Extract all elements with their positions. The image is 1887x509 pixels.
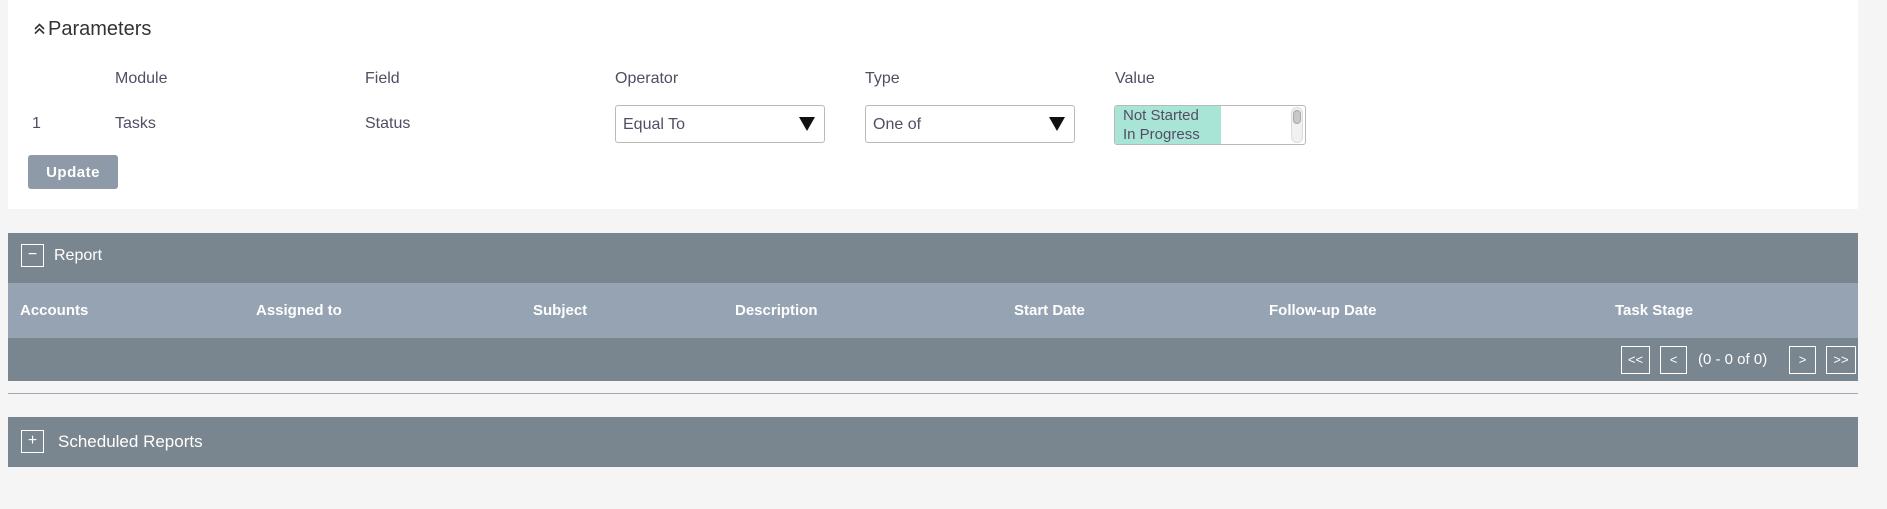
caret-down-icon	[1049, 117, 1065, 131]
first-page-button[interactable]: <<	[1621, 346, 1650, 374]
update-button[interactable]: Update	[28, 155, 118, 189]
section-divider	[8, 393, 1858, 394]
column-header-module: Module	[115, 70, 168, 87]
scrollbar-thumb[interactable]	[1293, 110, 1301, 124]
expand-scheduled-toggle[interactable]: +	[21, 430, 44, 453]
column-header-type: Type	[865, 70, 900, 87]
module-value: Tasks	[115, 115, 156, 132]
last-page-button[interactable]: >>	[1826, 346, 1856, 374]
field-value: Status	[365, 115, 411, 132]
value-option-not-started[interactable]: Not Started	[1115, 106, 1221, 125]
caret-down-icon	[799, 117, 815, 131]
pagination-bar: << < (0 - 0 of 0) > >>	[8, 338, 1858, 381]
column-accounts[interactable]: Accounts	[20, 302, 88, 319]
report-panel-header: − Report	[8, 233, 1858, 283]
value-option-in-progress[interactable]: In Progress	[1115, 125, 1221, 144]
column-header-field: Field	[365, 70, 400, 87]
prev-page-button[interactable]: <	[1660, 346, 1687, 374]
parameters-panel: Parameters Module Field Operator Type Va…	[8, 0, 1858, 209]
parameters-title: Parameters	[48, 18, 152, 40]
parameters-header[interactable]: Parameters	[34, 18, 151, 41]
column-header-value: Value	[1115, 70, 1155, 87]
column-follow-up-date[interactable]: Follow-up Date	[1269, 302, 1377, 319]
value-multiselect[interactable]: Not Started In Progress	[1114, 105, 1306, 145]
column-assigned-to[interactable]: Assigned to	[256, 302, 342, 319]
report-title: Report	[54, 247, 103, 264]
chevron-double-up-icon[interactable]	[34, 22, 45, 37]
pagination-status: (0 - 0 of 0)	[1698, 351, 1768, 368]
collapse-report-toggle[interactable]: −	[21, 244, 44, 267]
column-task-stage[interactable]: Task Stage	[1615, 302, 1693, 319]
multiselect-scrollbar[interactable]	[1291, 107, 1303, 143]
operator-select[interactable]: Equal To	[615, 105, 825, 143]
column-subject[interactable]: Subject	[533, 302, 587, 319]
report-table-header: Accounts Assigned to Subject Description…	[8, 283, 1858, 338]
type-select[interactable]: One of	[865, 105, 1075, 143]
scheduled-reports-header[interactable]: + Scheduled Reports	[8, 417, 1858, 467]
column-description[interactable]: Description	[735, 302, 818, 319]
column-header-operator: Operator	[615, 70, 679, 87]
row-index: 1	[32, 115, 41, 132]
column-start-date[interactable]: Start Date	[1014, 302, 1085, 319]
type-selected-value: One of	[873, 116, 922, 133]
operator-selected-value: Equal To	[623, 116, 685, 133]
next-page-button[interactable]: >	[1789, 346, 1816, 374]
scheduled-reports-title: Scheduled Reports	[58, 432, 203, 451]
